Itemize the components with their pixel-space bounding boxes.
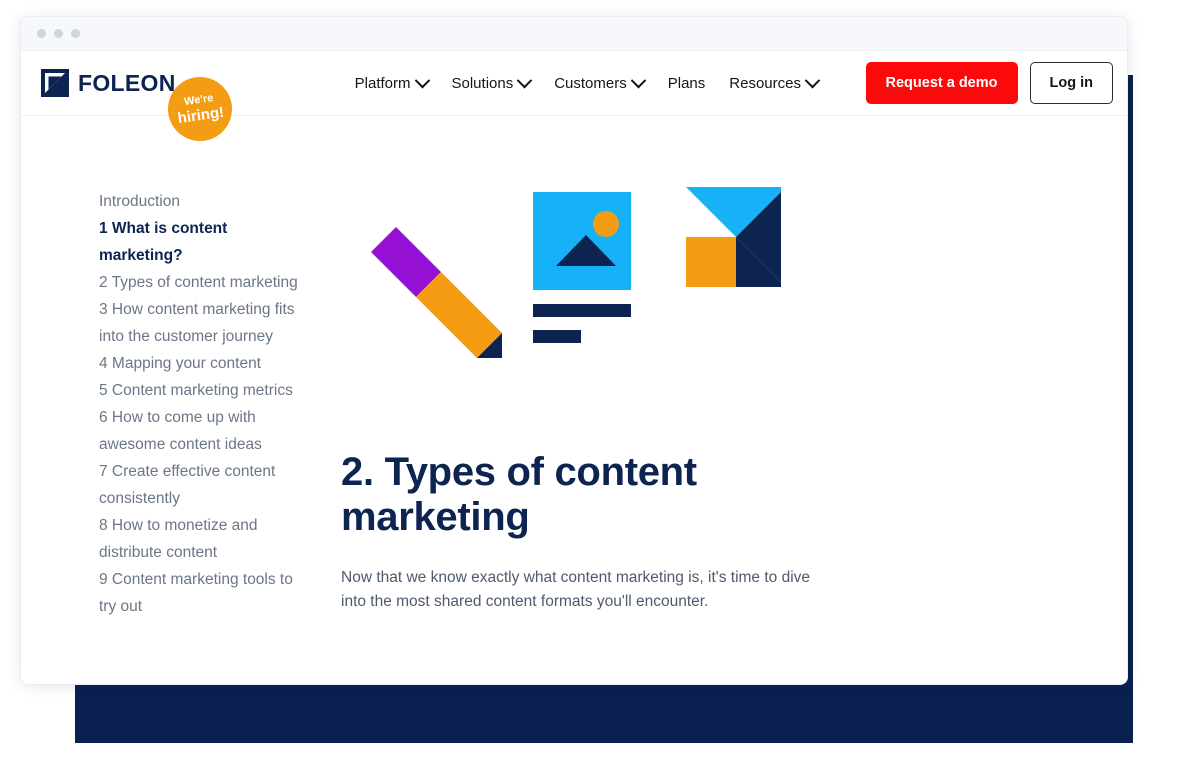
main-navigation: Platform Solutions Customers Plans Resou… bbox=[355, 75, 818, 92]
chevron-down-icon bbox=[517, 72, 533, 88]
table-of-contents: Introduction 1 What is content marketing… bbox=[21, 116, 321, 684]
page-title: 2. Types of content marketing bbox=[341, 450, 731, 540]
window-maximize-dot[interactable] bbox=[71, 29, 80, 38]
nav-item-platform-label: Platform bbox=[355, 75, 411, 92]
sidebar-item-1-what-is-content-marketing[interactable]: 1 What is content marketing? bbox=[99, 215, 309, 269]
pencil-icon bbox=[371, 227, 502, 358]
nav-item-platform[interactable]: Platform bbox=[355, 75, 428, 92]
nav-item-customers[interactable]: Customers bbox=[554, 75, 644, 92]
nav-item-plans-label: Plans bbox=[668, 75, 706, 92]
sidebar-item-5-content-marketing-metrics[interactable]: 5 Content marketing metrics bbox=[99, 377, 309, 404]
site-logo[interactable]: FOLEON bbox=[41, 69, 176, 97]
nav-item-customers-label: Customers bbox=[554, 75, 627, 92]
nav-item-resources[interactable]: Resources bbox=[729, 75, 818, 92]
article-content: 2. Types of content marketing Now that w… bbox=[321, 116, 1127, 684]
hiring-badge-line2: hiring! bbox=[177, 105, 225, 126]
chevron-down-icon bbox=[414, 72, 430, 88]
header-actions: Request a demo Log in bbox=[866, 62, 1114, 104]
login-button[interactable]: Log in bbox=[1030, 62, 1114, 104]
chevron-down-icon bbox=[805, 72, 821, 88]
nav-item-plans[interactable]: Plans bbox=[668, 75, 706, 92]
sidebar-item-introduction[interactable]: Introduction bbox=[99, 188, 309, 215]
image-card-icon bbox=[533, 192, 631, 343]
sidebar-item-3-how-content-marketing-fits[interactable]: 3 How content marketing fits into the cu… bbox=[99, 296, 309, 350]
article-paragraph: Now that we know exactly what content ma… bbox=[341, 566, 811, 614]
browser-chrome bbox=[21, 17, 1127, 51]
browser-window: FOLEON We're hiring! Platform Solutions … bbox=[20, 16, 1128, 685]
nav-item-resources-label: Resources bbox=[729, 75, 801, 92]
sidebar-item-7-create-effective-content[interactable]: 7 Create effective content consistently bbox=[99, 458, 309, 512]
sidebar-item-8-monetize-and-distribute[interactable]: 8 How to monetize and distribute content bbox=[99, 512, 309, 566]
flag-shape-icon bbox=[686, 187, 781, 287]
chevron-down-icon bbox=[630, 72, 646, 88]
site-logo-text: FOLEON bbox=[78, 70, 176, 97]
site-header: FOLEON We're hiring! Platform Solutions … bbox=[21, 51, 1127, 116]
nav-item-solutions[interactable]: Solutions bbox=[452, 75, 531, 92]
window-minimize-dot[interactable] bbox=[54, 29, 63, 38]
sidebar-item-4-mapping-your-content[interactable]: 4 Mapping your content bbox=[99, 350, 309, 377]
foleon-logo-icon bbox=[41, 69, 69, 97]
sidebar-item-6-content-ideas[interactable]: 6 How to come up with awesome content id… bbox=[99, 404, 309, 458]
window-close-dot[interactable] bbox=[37, 29, 46, 38]
nav-item-solutions-label: Solutions bbox=[452, 75, 514, 92]
request-demo-button[interactable]: Request a demo bbox=[866, 62, 1018, 104]
content-marketing-illustration bbox=[341, 182, 781, 372]
sidebar-item-2-types-of-content-marketing[interactable]: 2 Types of content marketing bbox=[99, 269, 309, 296]
sidebar-item-9-content-marketing-tools[interactable]: 9 Content marketing tools to try out bbox=[99, 566, 309, 620]
page-body: Introduction 1 What is content marketing… bbox=[21, 116, 1127, 684]
